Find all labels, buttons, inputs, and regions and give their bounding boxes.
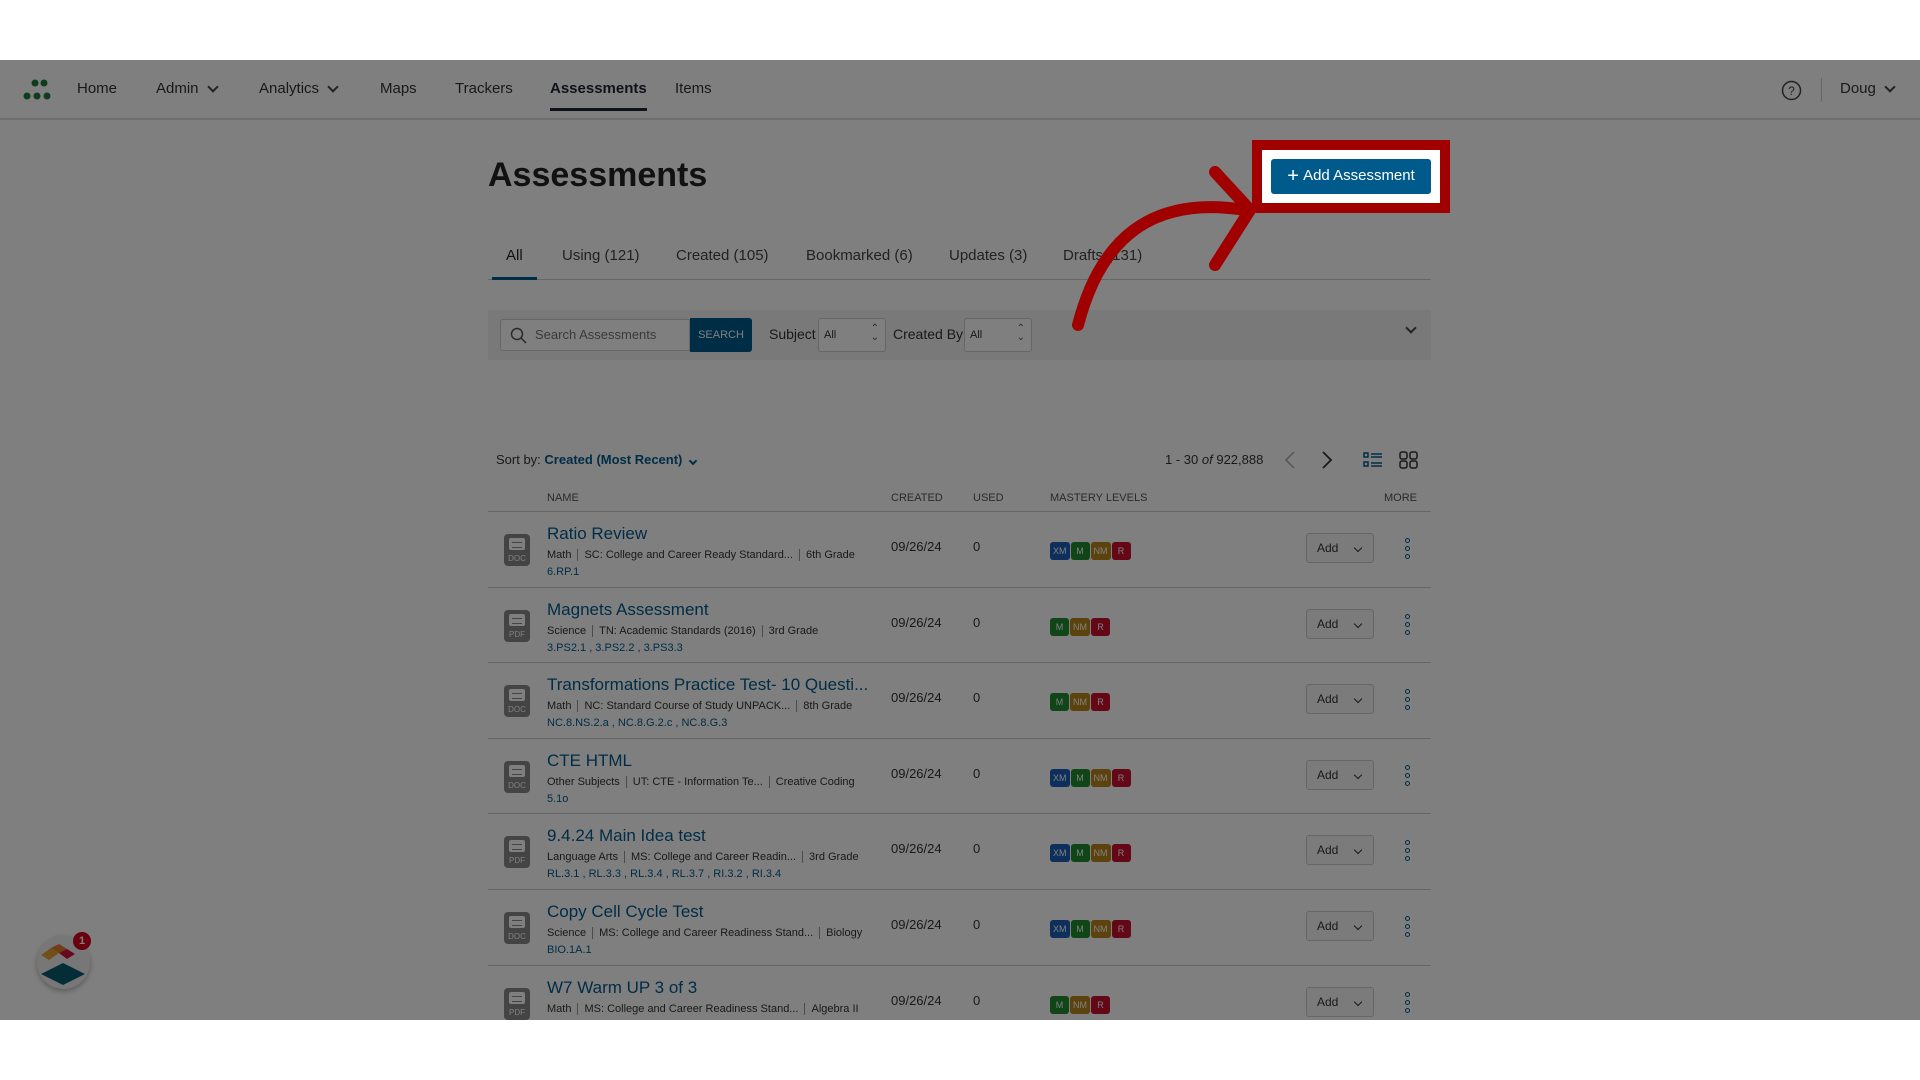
app-frame: HomeAdminAnalyticsMapsTrackersAssessment…: [0, 60, 1920, 1020]
annotation-arrow-icon: [1072, 166, 1256, 331]
plus-icon: +: [1287, 165, 1299, 187]
dim-overlay: [0, 60, 1920, 1020]
add-assessment-button[interactable]: + Add Assessment: [1271, 159, 1431, 194]
highlight-box: + Add Assessment: [1252, 140, 1450, 213]
